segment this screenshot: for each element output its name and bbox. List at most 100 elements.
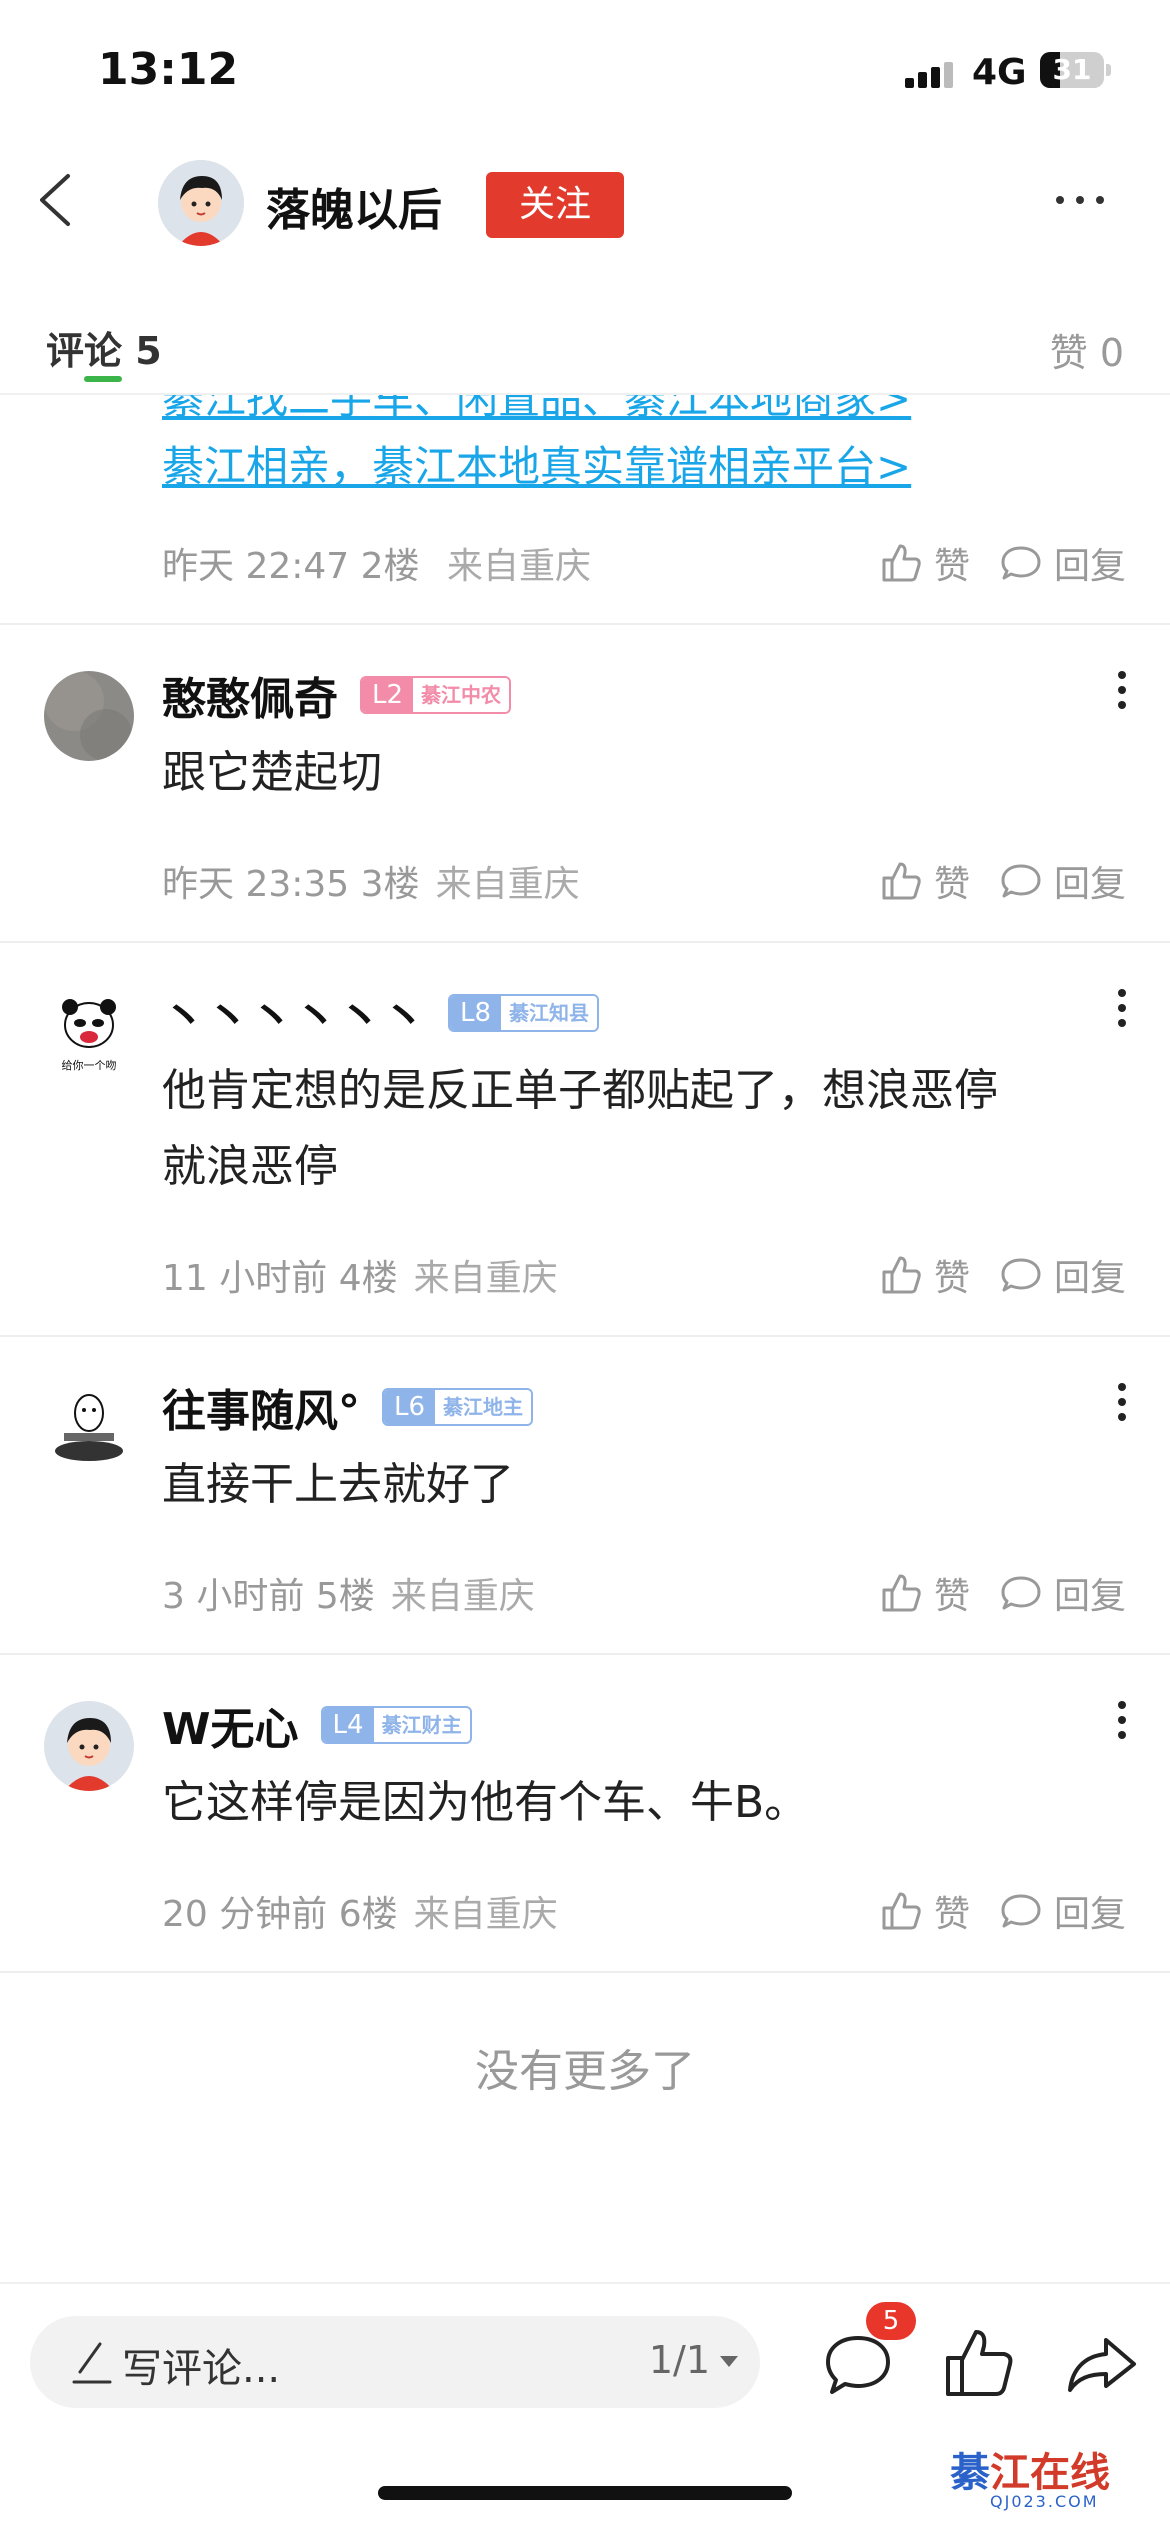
follow-button[interactable]: 关注 bbox=[486, 172, 624, 238]
promo-link[interactable]: 綦江相亲，綦江本地真实靠谱相亲平台> bbox=[162, 433, 911, 494]
reply-button[interactable]: 回复 bbox=[1000, 1885, 1126, 1937]
comment-text: 直接干上去就好了 bbox=[162, 1459, 514, 1510]
like-button[interactable]: 赞 bbox=[880, 855, 970, 907]
reply-button[interactable]: 回复 bbox=[1000, 537, 1126, 589]
chevron-down-icon[interactable] bbox=[720, 2356, 738, 2367]
more-vertical-icon[interactable] bbox=[1114, 1379, 1130, 1429]
like-label: 赞 bbox=[933, 1576, 970, 1617]
more-vertical-icon[interactable] bbox=[1114, 1697, 1130, 1747]
no-more-text: 没有更多了 bbox=[475, 2046, 695, 2097]
level-title: 綦江知县 bbox=[501, 996, 598, 1030]
level-badge: L8 綦江知县 bbox=[448, 994, 600, 1032]
comment-floor: 3楼 bbox=[360, 864, 420, 905]
author-avatar[interactable] bbox=[158, 160, 244, 246]
status-bar: 13:12 4G 31 bbox=[0, 0, 1170, 130]
like-button[interactable]: 赞 bbox=[880, 537, 970, 589]
site-watermark: 綦江在线 QJ023.COM bbox=[950, 2449, 1110, 2511]
comment-placeholder: 写评论... bbox=[122, 2346, 281, 2392]
thumb-up-icon bbox=[882, 1892, 921, 1930]
reply-button[interactable]: 回复 bbox=[1000, 1249, 1126, 1301]
speech-bubble-icon bbox=[1001, 1258, 1041, 1292]
user-info: 往事随风° L6 綦江地主 bbox=[162, 1375, 534, 1439]
level-badge: L4 綦江财主 bbox=[320, 1706, 472, 1744]
more-vertical-icon[interactable] bbox=[1114, 667, 1130, 717]
home-indicator bbox=[378, 2486, 792, 2500]
comment-time: 11 小时前 bbox=[162, 1258, 328, 1299]
reply-label: 回复 bbox=[1053, 1258, 1126, 1299]
comment-actions: 赞 回复 bbox=[850, 537, 1126, 589]
user-name[interactable]: 憨憨佩奇 bbox=[162, 663, 338, 727]
comment-location: 来自重庆 bbox=[390, 1576, 535, 1617]
reply-label: 回复 bbox=[1053, 864, 1126, 905]
reply-label: 回复 bbox=[1053, 1894, 1126, 1935]
thumb-up-icon bbox=[882, 1574, 921, 1612]
reply-button[interactable]: 回复 bbox=[1000, 1567, 1126, 1619]
post-header: 落魄以后 关注 bbox=[0, 140, 1170, 270]
pen-icon bbox=[70, 2338, 114, 2386]
user-avatar[interactable] bbox=[44, 1383, 134, 1473]
more-vertical-icon[interactable] bbox=[1114, 985, 1130, 1035]
user-avatar[interactable] bbox=[44, 1701, 134, 1791]
comment-meta: 11 小时前 4楼 来自重庆 bbox=[162, 1249, 558, 1301]
svg-text:给你一个吻: 给你一个吻 bbox=[62, 1059, 117, 1072]
like-post-icon[interactable] bbox=[940, 2324, 1020, 2404]
comment-input[interactable]: 写评论... 1/1 bbox=[30, 2316, 760, 2408]
reply-label: 回复 bbox=[1053, 546, 1126, 587]
tab-comments-label: 评论 bbox=[46, 329, 123, 373]
battery-level: 31 bbox=[1052, 53, 1092, 86]
more-options-icon[interactable] bbox=[1050, 190, 1110, 210]
level-title: 綦江财主 bbox=[373, 1708, 470, 1742]
comment-text: 就浪恶停 bbox=[162, 1141, 338, 1192]
user-avatar[interactable]: 给你一个吻 bbox=[44, 989, 134, 1079]
level-number: L4 bbox=[322, 1708, 374, 1742]
user-avatar[interactable] bbox=[44, 671, 134, 761]
comment-floor: 4楼 bbox=[338, 1258, 398, 1299]
user-name[interactable]: 丶丶丶丶丶丶 bbox=[162, 981, 426, 1045]
comment-location: 来自重庆 bbox=[447, 546, 592, 587]
active-tab-indicator bbox=[84, 376, 122, 382]
comment-floor: 5楼 bbox=[315, 1576, 375, 1617]
battery-cap bbox=[1106, 64, 1111, 76]
user-name[interactable]: 往事随风° bbox=[162, 1375, 360, 1439]
network-type: 4G bbox=[972, 52, 1027, 93]
user-name[interactable]: W无心 bbox=[162, 1693, 299, 1757]
tab-likes[interactable]: 赞 0 bbox=[1050, 322, 1124, 377]
level-number: L2 bbox=[362, 678, 414, 712]
reply-label: 回复 bbox=[1053, 1576, 1126, 1617]
comment-meta: 20 分钟前 6楼 来自重庆 bbox=[162, 1885, 558, 1937]
like-button[interactable]: 赞 bbox=[880, 1885, 970, 1937]
comment-item: 憨憨佩奇 L2 綦江中农 跟它楚起切 昨天 23:35 3楼 来自重庆 赞 回复 bbox=[0, 625, 1170, 943]
comment-item: 往事随风° L6 綦江地主直接干上去就好了 3 小时前 5楼 来自重庆 赞 回复 bbox=[0, 1337, 1170, 1655]
share-icon[interactable] bbox=[1062, 2324, 1142, 2404]
comment-floor: 2楼 bbox=[360, 546, 420, 587]
like-button[interactable]: 赞 bbox=[880, 1567, 970, 1619]
comment-text: 他肯定想的是反正单子都贴起了，想浪恶停 bbox=[162, 1065, 998, 1116]
level-badge: L2 綦江中农 bbox=[360, 676, 512, 714]
speech-bubble-icon bbox=[1001, 546, 1041, 580]
like-label: 赞 bbox=[933, 864, 970, 905]
comment-actions: 赞 回复 bbox=[850, 1249, 1126, 1301]
comment-count-badge: 5 bbox=[866, 2302, 916, 2340]
tab-comments[interactable]: 评论 5 bbox=[46, 320, 162, 375]
author-name[interactable]: 落魄以后 bbox=[266, 174, 442, 238]
speech-bubble-icon bbox=[1001, 864, 1041, 898]
tab-likes-label: 赞 bbox=[1049, 331, 1088, 375]
level-number: L8 bbox=[450, 996, 502, 1030]
back-icon[interactable] bbox=[28, 170, 88, 230]
signal-icon bbox=[905, 62, 957, 88]
tab-comments-count: 5 bbox=[135, 329, 162, 373]
battery-icon: 31 bbox=[1040, 52, 1104, 88]
page-indicator[interactable]: 1/1 bbox=[649, 2338, 710, 2382]
speech-bubble-icon bbox=[1001, 1576, 1041, 1610]
thumb-up-icon bbox=[882, 862, 921, 900]
promo-link[interactable]: 綦江找二手车、闲置品、綦江本地商家> bbox=[162, 395, 911, 426]
like-button[interactable]: 赞 bbox=[880, 1249, 970, 1301]
level-title: 綦江地主 bbox=[435, 1390, 532, 1424]
comment-meta: 昨天 22:47 2楼 来自重庆 bbox=[162, 537, 591, 589]
comment-location: 来自重庆 bbox=[435, 864, 580, 905]
comment-tabs: 评论 5 赞 0 bbox=[0, 300, 1170, 395]
reply-button[interactable]: 回复 bbox=[1000, 855, 1126, 907]
user-info: W无心 L4 綦江财主 bbox=[162, 1695, 472, 1755]
comment-time: 3 小时前 bbox=[162, 1576, 305, 1617]
level-badge: L6 綦江地主 bbox=[382, 1388, 534, 1426]
